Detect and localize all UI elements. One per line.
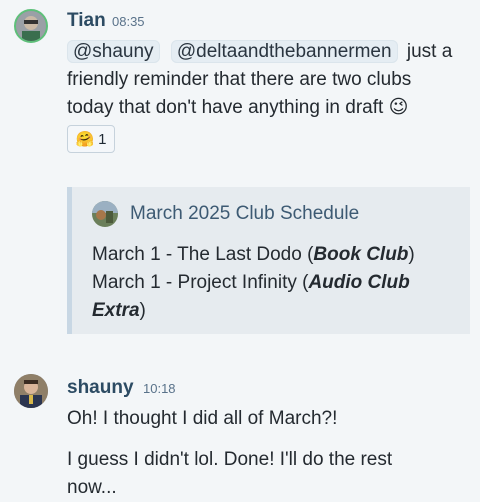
landscape-avatar-icon: [92, 201, 118, 227]
quote-avatar: [92, 201, 118, 227]
message-paragraph-2-line-1: I guess I didn't lol. Done! I'll do the …: [67, 449, 393, 470]
message-text: @shauny @deltaandthebannermen just a fri…: [67, 38, 472, 122]
quote-text: ): [408, 244, 415, 265]
mention-deltaandthebannermen[interactable]: @deltaandthebannermen: [170, 40, 398, 63]
user-photo-icon: [14, 374, 48, 408]
avatar[interactable]: [14, 374, 48, 408]
quote-block[interactable]: March 2025 Club Schedule March 1 - The L…: [67, 187, 470, 334]
quote-bold-text: Extra: [92, 300, 140, 321]
quote-text: March 1 - Project Infinity (: [92, 272, 309, 293]
quote-text: ): [139, 300, 146, 321]
quote-bold-text: Book Club: [313, 244, 409, 265]
message-line-2: friendly reminder that there are two clu…: [67, 69, 412, 90]
hugging-face-emoji: 🤗: [75, 131, 95, 148]
author-name[interactable]: shauny: [67, 377, 134, 399]
avatar[interactable]: [14, 9, 48, 43]
message-text-fragment: just a: [406, 41, 453, 62]
message-paragraph-2-line-2: now...: [67, 477, 117, 498]
quote-title[interactable]: March 2025 Club Schedule: [130, 203, 359, 225]
message-line-3: today that don't have anything in draft …: [67, 94, 472, 122]
reaction-count: 1: [98, 130, 107, 148]
mention-shauny[interactable]: @shauny: [67, 40, 160, 63]
user-photo-icon: [16, 11, 46, 41]
wink-emoji: 😉: [388, 97, 409, 118]
quote-bold-text: Audio Club: [308, 272, 410, 293]
quote-line-2: March 1 - Project Infinity (Audio Club: [92, 269, 410, 297]
message-line-3-text: today that don't have anything in draft: [67, 97, 384, 118]
message-paragraph-1: Oh! I thought I did all of March?!: [67, 408, 338, 429]
timestamp[interactable]: 10:18: [143, 381, 176, 396]
quote-line-3: Extra): [92, 297, 146, 325]
message-paragraph-2: I guess I didn't lol. Done! I'll do the …: [67, 446, 392, 502]
timestamp[interactable]: 08:35: [112, 14, 145, 29]
quote-text: March 1 - The Last Dodo (: [92, 244, 314, 265]
quote-line-1: March 1 - The Last Dodo (Book Club): [92, 241, 415, 269]
author-name[interactable]: Tian: [67, 10, 106, 32]
reaction-button[interactable]: 🤗 1: [67, 125, 115, 153]
message-line-1: @shauny @deltaandthebannermen just a: [67, 38, 472, 66]
